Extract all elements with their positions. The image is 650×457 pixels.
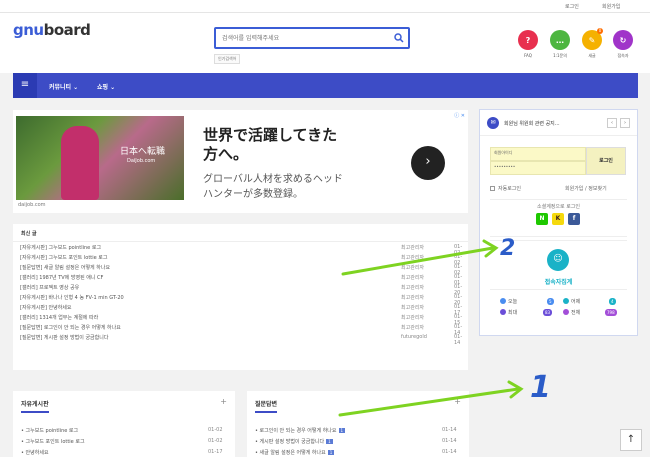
annotation-number-one: 1 (530, 370, 551, 405)
annotation-arrows (338, 239, 524, 417)
annotation-number-two: 2 (500, 236, 516, 261)
